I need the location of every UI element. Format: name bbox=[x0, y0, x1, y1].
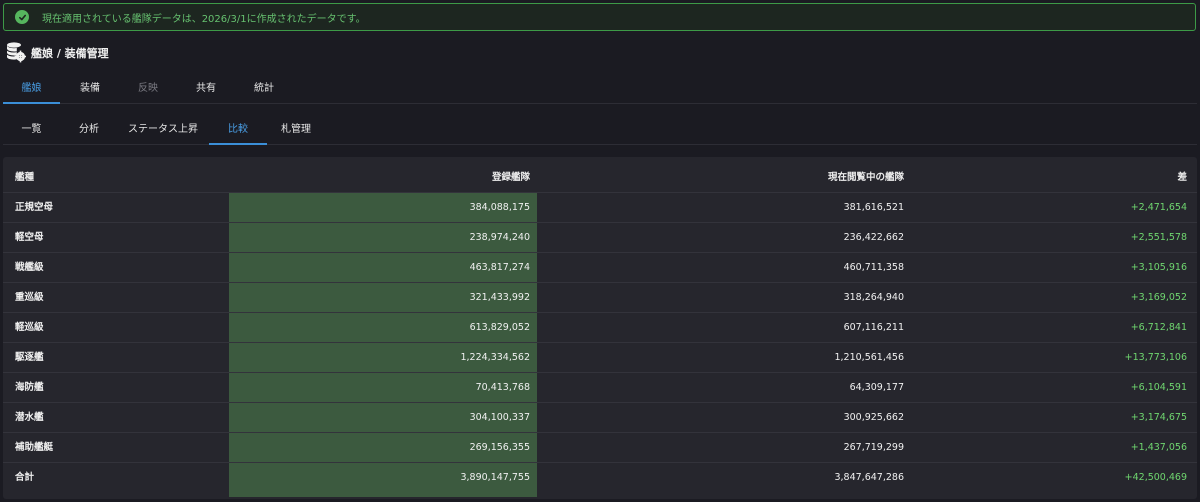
ship-type-cell: 海防艦 bbox=[15, 382, 44, 393]
current-value-cell: 236,422,662 bbox=[843, 232, 904, 243]
difference-cell: +6,712,841 bbox=[1130, 322, 1187, 333]
subtab-card-management[interactable]: 札管理 bbox=[267, 117, 325, 145]
difference-cell: +3,174,675 bbox=[1130, 412, 1187, 423]
registered-value-cell: 269,156,355 bbox=[469, 442, 530, 453]
header-registered-fleet: 登録艦隊 bbox=[491, 172, 530, 183]
page-header: 艦娘 / 装備管理 bbox=[6, 41, 109, 65]
current-value-cell: 3,847,647,286 bbox=[834, 472, 904, 483]
tab-apply[interactable]: 反映 bbox=[119, 76, 177, 104]
registered-value-cell: 613,829,052 bbox=[469, 322, 530, 333]
difference-cell: +42,500,469 bbox=[1124, 472, 1187, 483]
current-value-cell: 64,309,177 bbox=[849, 382, 904, 393]
difference-cell: +3,169,052 bbox=[1130, 292, 1187, 303]
subtab-list[interactable]: 一覧 bbox=[3, 117, 60, 145]
ship-type-cell: 正規空母 bbox=[15, 202, 54, 213]
subtab-compare[interactable]: 比較 bbox=[209, 117, 267, 145]
tab-equipment[interactable]: 装備 bbox=[61, 76, 119, 104]
registered-value-cell: 3,890,147,755 bbox=[460, 472, 530, 483]
current-value-cell: 460,711,358 bbox=[843, 262, 904, 273]
header-difference: 差 bbox=[1177, 172, 1187, 183]
table-header: 艦種 登録艦隊 現在閲覧中の艦隊 差 bbox=[3, 163, 1197, 193]
difference-cell: +1,437,056 bbox=[1130, 442, 1187, 453]
table-total-row: 合計 3,890,147,755 3,847,647,286 +42,500,4… bbox=[3, 463, 1197, 493]
difference-cell: +3,105,916 bbox=[1130, 262, 1187, 273]
current-value-cell: 607,116,211 bbox=[843, 322, 904, 333]
registered-value-cell: 321,433,992 bbox=[469, 292, 530, 303]
info-alert: 現在適用されている艦隊データは、2026/3/1に作成されたデータです。 bbox=[3, 3, 1196, 31]
table-row: 軽巡級 613,829,052 607,116,211 +6,712,841 bbox=[3, 313, 1197, 343]
current-value-cell: 300,925,662 bbox=[843, 412, 904, 423]
table-row: 軽空母 238,974,240 236,422,662 +2,551,578 bbox=[3, 223, 1197, 253]
subtab-status-up[interactable]: ステータス上昇 bbox=[118, 117, 208, 145]
current-value-cell: 267,719,299 bbox=[843, 442, 904, 453]
table-row: 重巡級 321,433,992 318,264,940 +3,169,052 bbox=[3, 283, 1197, 313]
page-title: 艦娘 / 装備管理 bbox=[31, 47, 109, 60]
subtab-analysis[interactable]: 分析 bbox=[60, 117, 118, 145]
main-tabs: 艦娘 装備 反映 共有 統計 bbox=[3, 76, 1197, 104]
ship-type-cell: 軽巡級 bbox=[15, 322, 44, 333]
header-ship-type: 艦種 bbox=[15, 172, 35, 183]
registered-value-cell: 238,974,240 bbox=[469, 232, 530, 243]
check-circle-icon bbox=[15, 10, 29, 24]
database-gear-icon bbox=[6, 41, 26, 66]
ship-type-cell: 重巡級 bbox=[15, 292, 44, 303]
tab-kanmusu[interactable]: 艦娘 bbox=[3, 76, 60, 104]
registered-value-cell: 1,224,334,562 bbox=[460, 352, 530, 363]
difference-cell: +6,104,591 bbox=[1130, 382, 1187, 393]
table-row: 正規空母 384,088,175 381,616,521 +2,471,654 bbox=[3, 193, 1197, 223]
alert-text: 現在適用されている艦隊データは、2026/3/1に作成されたデータです。 bbox=[42, 13, 366, 25]
difference-cell: +2,551,578 bbox=[1130, 232, 1187, 243]
header-current-fleet: 現在閲覧中の艦隊 bbox=[827, 172, 904, 183]
tab-statistics[interactable]: 統計 bbox=[235, 76, 293, 104]
difference-cell: +13,773,106 bbox=[1124, 352, 1187, 363]
registered-value-cell: 304,100,337 bbox=[469, 412, 530, 423]
ship-type-cell: 潜水艦 bbox=[15, 412, 44, 423]
sub-tabs: 一覧 分析 ステータス上昇 比較 札管理 bbox=[3, 117, 1197, 145]
tab-share[interactable]: 共有 bbox=[177, 76, 235, 104]
ship-type-cell: 軽空母 bbox=[15, 232, 44, 243]
comparison-table: 艦種 登録艦隊 現在閲覧中の艦隊 差 正規空母 384,088,175 381,… bbox=[3, 157, 1197, 499]
table-row: 駆逐艦 1,224,334,562 1,210,561,456 +13,773,… bbox=[3, 343, 1197, 373]
difference-cell: +2,471,654 bbox=[1130, 202, 1187, 213]
table-row: 戦艦級 463,817,274 460,711,358 +3,105,916 bbox=[3, 253, 1197, 283]
registered-value-cell: 463,817,274 bbox=[469, 262, 530, 273]
table-row: 海防艦 70,413,768 64,309,177 +6,104,591 bbox=[3, 373, 1197, 403]
current-value-cell: 1,210,561,456 bbox=[834, 352, 904, 363]
current-value-cell: 318,264,940 bbox=[843, 292, 904, 303]
ship-type-cell: 合計 bbox=[15, 472, 35, 483]
registered-value-cell: 70,413,768 bbox=[475, 382, 530, 393]
ship-type-cell: 補助艦艇 bbox=[15, 442, 54, 453]
table-row: 潜水艦 304,100,337 300,925,662 +3,174,675 bbox=[3, 403, 1197, 433]
registered-value-cell: 384,088,175 bbox=[469, 202, 530, 213]
ship-type-cell: 駆逐艦 bbox=[15, 352, 44, 363]
ship-type-cell: 戦艦級 bbox=[15, 262, 44, 273]
current-value-cell: 381,616,521 bbox=[843, 202, 904, 213]
table-row: 補助艦艇 269,156,355 267,719,299 +1,437,056 bbox=[3, 433, 1197, 463]
